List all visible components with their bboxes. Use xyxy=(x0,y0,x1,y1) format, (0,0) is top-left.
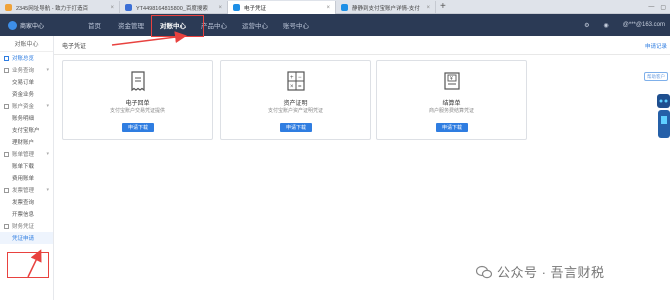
arrow-to-voucher xyxy=(27,249,42,278)
watermark-text: 公众号 · 吾言财税 xyxy=(497,265,605,280)
watermark: 公众号 · 吾言财税 xyxy=(476,262,605,281)
arrow-to-nav xyxy=(111,31,187,46)
wechat-icon xyxy=(476,265,492,278)
annotation-arrows xyxy=(27,31,187,278)
